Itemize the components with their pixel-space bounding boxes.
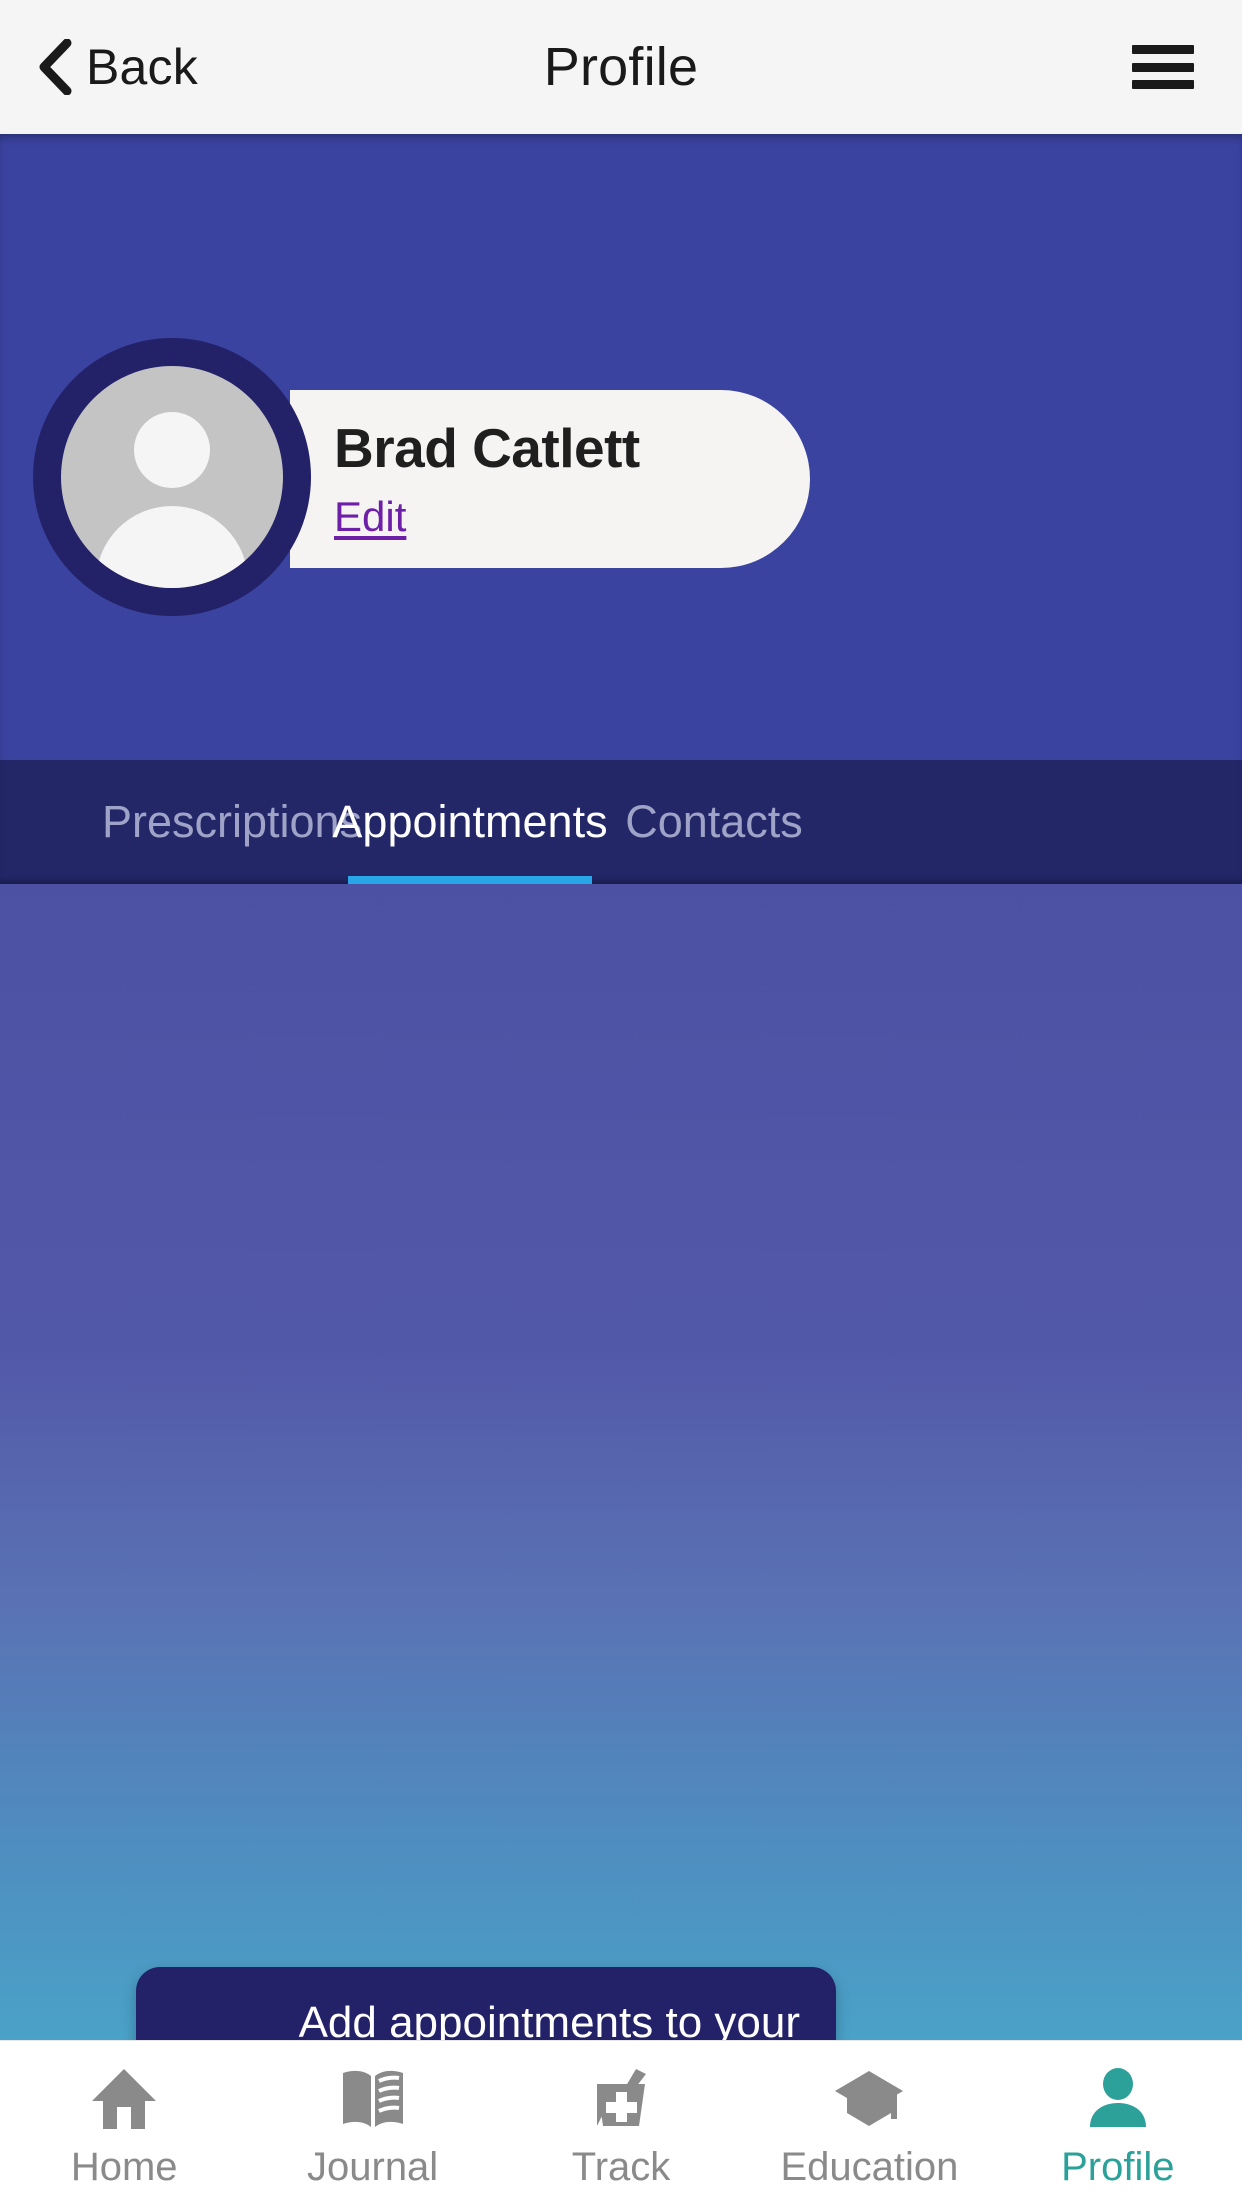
tab-label: Prescriptions xyxy=(101,796,363,847)
profile-name: Brad Catlett xyxy=(334,417,640,479)
hamburger-bar xyxy=(1132,62,1194,72)
tab-prescriptions[interactable]: Prescriptions xyxy=(102,760,362,884)
appointments-panel: Add appointments to your profile here. Y… xyxy=(0,884,1242,2208)
profile-name-card: Brad Catlett Edit xyxy=(290,390,810,568)
graduation-cap-icon xyxy=(833,2063,905,2135)
edit-profile-link[interactable]: Edit xyxy=(334,493,406,541)
profile-tab-bar: Prescriptions Appointments Contacts xyxy=(0,760,1242,884)
open-book-icon xyxy=(339,2063,407,2135)
nav-label: Home xyxy=(70,2145,178,2189)
top-app-bar: Back Profile xyxy=(0,0,1242,134)
avatar-body xyxy=(96,506,248,588)
nav-label: Education xyxy=(780,2145,959,2189)
hamburger-bar xyxy=(1132,45,1194,54)
mortar-pestle-plus-icon xyxy=(587,2063,655,2135)
nav-item-home[interactable]: Home xyxy=(0,2041,248,2190)
hamburger-bar xyxy=(1132,80,1194,89)
avatar[interactable] xyxy=(33,338,311,616)
home-icon xyxy=(90,2063,158,2135)
nav-label: Profile xyxy=(1061,2145,1175,2189)
bottom-navigation-bar: Home Journal Track Education Profile xyxy=(0,2040,1242,2208)
nav-label: Journal xyxy=(307,2145,439,2189)
app-screen: Back Profile Brad Catlett Edit Prescript… xyxy=(0,0,1242,2208)
tab-label: Appointments xyxy=(332,796,608,847)
tab-active-underline xyxy=(348,876,592,884)
tab-contacts[interactable]: Contacts xyxy=(614,760,814,884)
profile-name-card-content: Brad Catlett Edit xyxy=(334,418,640,541)
nav-item-profile[interactable]: Profile xyxy=(994,2041,1242,2190)
hamburger-menu-icon[interactable] xyxy=(1132,45,1194,89)
tab-label: Contacts xyxy=(625,796,803,847)
nav-item-education[interactable]: Education xyxy=(745,2041,993,2190)
nav-label: Track xyxy=(571,2145,671,2189)
person-avatar-placeholder-icon xyxy=(61,366,283,588)
nav-item-track[interactable]: Track xyxy=(497,2041,745,2190)
profile-hero: Brad Catlett Edit xyxy=(0,134,1242,760)
page-title: Profile xyxy=(543,37,699,97)
nav-item-journal[interactable]: Journal xyxy=(248,2041,496,2190)
person-icon xyxy=(1087,2063,1149,2135)
avatar-head xyxy=(134,412,210,488)
tab-appointments[interactable]: Appointments xyxy=(332,760,608,884)
